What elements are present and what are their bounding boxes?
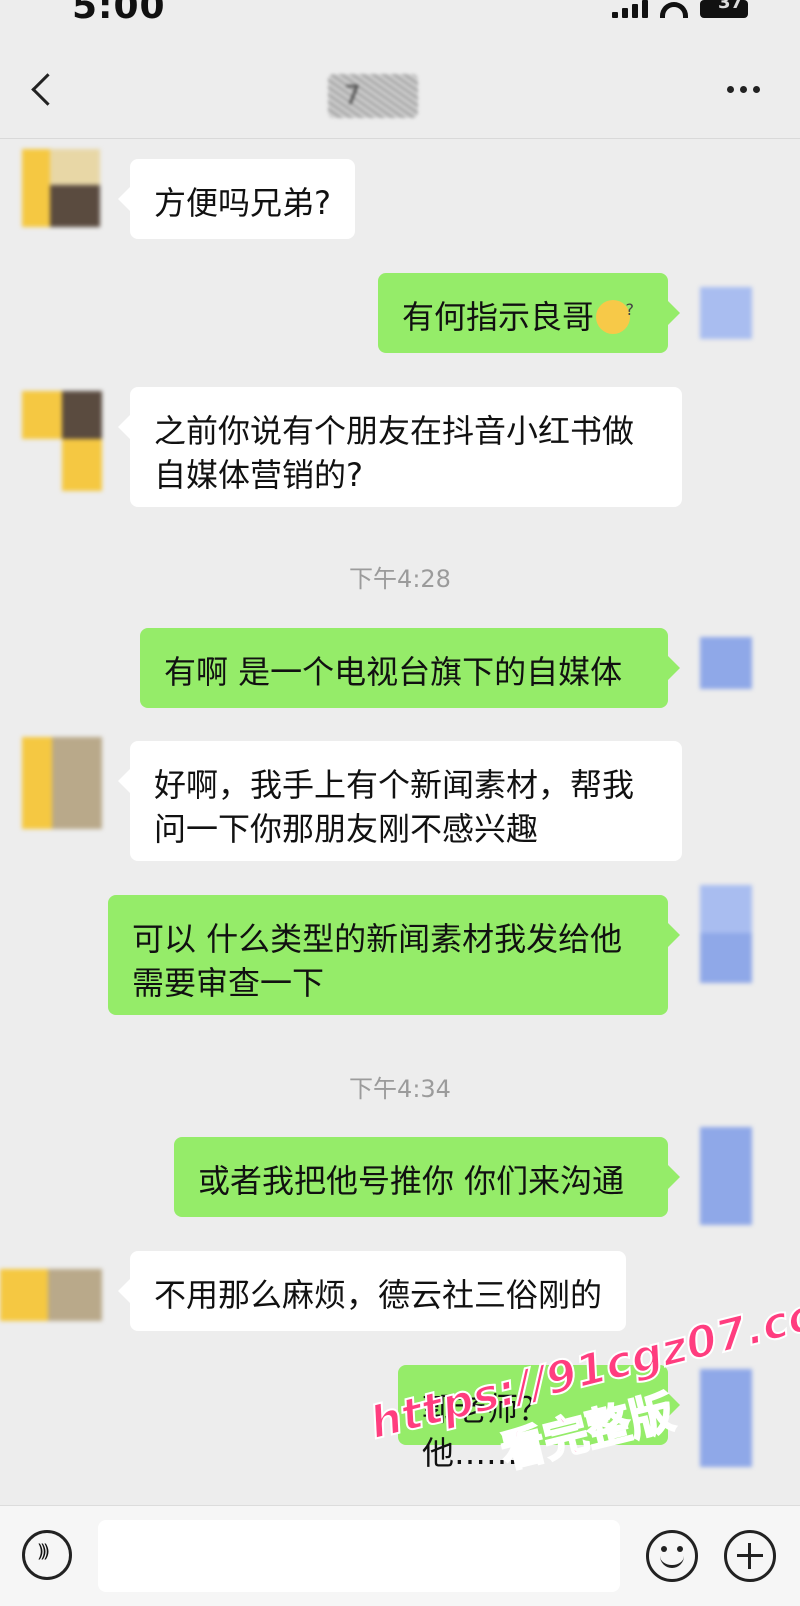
more-options-icon[interactable] bbox=[727, 86, 760, 93]
my-avatar[interactable] bbox=[700, 1127, 752, 1225]
thinking-face-icon bbox=[596, 288, 634, 334]
status-time: 5:00 bbox=[72, 0, 166, 27]
message-text: 有何指示良哥 bbox=[402, 298, 595, 336]
contact-avatar[interactable] bbox=[0, 1269, 102, 1321]
contact-name: 7 bbox=[328, 74, 418, 118]
message-bubble-incoming[interactable]: 好啊，我手上有个新闻素材，帮我问一下你那朋友刚不感兴趣 bbox=[118, 741, 682, 861]
cellular-signal-icon bbox=[612, 0, 648, 18]
message-timestamp: 下午4:28 bbox=[349, 565, 451, 593]
message-bubble-outgoing[interactable]: 或者我把他号推你 你们来沟通 bbox=[174, 1137, 680, 1217]
battery-level: 37 bbox=[718, 0, 744, 13]
contact-avatar[interactable] bbox=[22, 737, 102, 829]
chat-input-bar bbox=[0, 1505, 800, 1606]
plus-icon[interactable] bbox=[724, 1530, 776, 1582]
battery-icon: 37 bbox=[700, 0, 748, 18]
my-avatar[interactable] bbox=[700, 1369, 752, 1467]
message-bubble-incoming[interactable]: 不用那么麻烦，德云社三俗刚的 bbox=[117, 1251, 627, 1331]
status-icons: 37 bbox=[612, 0, 748, 18]
message-bubble-incoming[interactable]: 方便吗兄弟? bbox=[118, 159, 355, 239]
back-icon[interactable] bbox=[31, 73, 64, 106]
chat-header: 7 bbox=[0, 30, 800, 139]
message-input[interactable] bbox=[98, 1520, 620, 1592]
contact-avatar[interactable] bbox=[22, 149, 100, 227]
my-avatar[interactable] bbox=[700, 885, 752, 983]
chat-messages[interactable]: 方便吗兄弟? 有何指示良哥 之前你说有个朋友在抖音小红书做自媒体营销的? 下午4… bbox=[0, 139, 800, 1504]
message-bubble-outgoing[interactable]: 有何指示良哥 bbox=[378, 273, 680, 353]
voice-input-icon[interactable] bbox=[22, 1530, 72, 1580]
status-bar: 5:00 37 bbox=[0, 0, 800, 30]
my-avatar[interactable] bbox=[700, 637, 752, 689]
my-avatar[interactable] bbox=[700, 287, 752, 339]
message-bubble-outgoing[interactable]: 郭老师？他…… bbox=[398, 1365, 680, 1472]
message-bubble-outgoing[interactable]: 可以 什么类型的新闻素材我发给他需要审查一下 bbox=[108, 895, 680, 1015]
emoji-icon[interactable] bbox=[646, 1530, 698, 1582]
contact-avatar[interactable] bbox=[22, 391, 102, 491]
wifi-icon bbox=[660, 2, 688, 18]
message-bubble-outgoing[interactable]: 有啊 是一个电视台旗下的自媒体 bbox=[140, 628, 680, 708]
message-timestamp: 下午4:34 bbox=[349, 1075, 451, 1103]
message-bubble-incoming[interactable]: 之前你说有个朋友在抖音小红书做自媒体营销的? bbox=[118, 387, 682, 507]
